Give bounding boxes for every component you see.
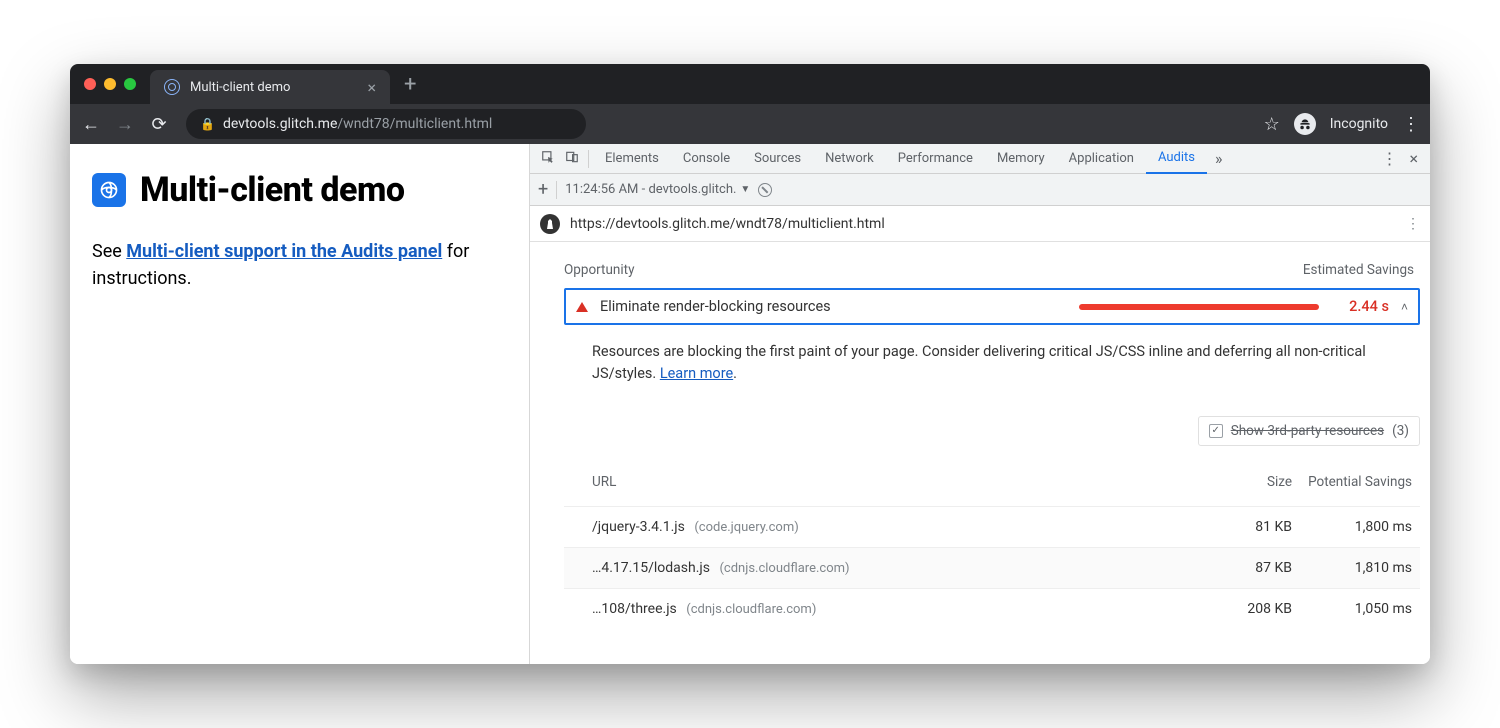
overflow-tabs-icon[interactable]: » [1207, 149, 1231, 168]
third-party-count: (3) [1392, 423, 1409, 439]
new-tab-button[interactable]: + [390, 72, 430, 97]
lock-icon: 🔒 [200, 117, 215, 131]
cell-size: 81 KB [1202, 519, 1292, 535]
close-tab-icon[interactable]: × [367, 78, 376, 97]
cell-domain: (cdnjs.cloudflare.com) [686, 602, 816, 617]
audit-url-bar: https://devtools.glitch.me/wndt78/multic… [530, 206, 1430, 242]
opportunity-header: Opportunity [564, 262, 634, 278]
devtools-tab-audits[interactable]: Audits [1146, 144, 1207, 174]
incognito-label: Incognito [1330, 116, 1388, 132]
page-link[interactable]: Multi-client support in the Audits panel [126, 241, 442, 262]
audit-url: https://devtools.glitch.me/wndt78/multic… [570, 216, 885, 232]
minimize-window-icon[interactable] [104, 78, 116, 90]
cell-size: 87 KB [1202, 560, 1292, 576]
chevron-down-icon: ▼ [740, 184, 750, 195]
chevron-up-icon: ˄ [1401, 300, 1408, 314]
devtools-close-icon[interactable]: × [1403, 149, 1424, 168]
devtools-tabbar: ElementsConsoleSourcesNetworkPerformance… [530, 144, 1430, 174]
devtools-tab-sources[interactable]: Sources [742, 144, 813, 174]
favicon-icon [164, 79, 180, 95]
third-party-toggle[interactable]: ✓ Show 3rd-party resources (3) [1198, 416, 1420, 446]
resources-table: URL Size Potential Savings /jquery-3.4.1… [564, 464, 1420, 629]
learn-more-link[interactable]: Learn more [660, 365, 733, 382]
incognito-icon [1294, 113, 1316, 135]
cell-domain: (cdnjs.cloudflare.com) [719, 561, 849, 576]
estimated-savings-header: Estimated Savings [1303, 262, 1414, 278]
audit-run-label: 11:24:56 AM - devtools.glitch. [565, 182, 736, 197]
savings-bar [1079, 304, 1319, 310]
close-window-icon[interactable] [84, 78, 96, 90]
third-party-label: Show 3rd-party resources [1231, 423, 1384, 439]
audits-subbar: + 11:24:56 AM - devtools.glitch. ▼ [530, 174, 1430, 206]
audit-body: Opportunity Estimated Savings Eliminate … [530, 242, 1430, 664]
cell-savings: 1,050 ms [1292, 601, 1412, 617]
cell-url: …108/three.js (cdnjs.cloudflare.com) [592, 601, 1202, 617]
url-path: /wndt78/multiclient.html [337, 116, 492, 132]
devtools-tab-elements[interactable]: Elements [593, 144, 671, 174]
opportunity-time: 2.44 s [1331, 298, 1389, 315]
browser-window: Multi-client demo × + ← → ⟳ 🔒 devtools.g… [70, 64, 1430, 664]
audit-menu-icon[interactable]: ⋮ [1406, 216, 1420, 232]
cell-url: …4.17.15/lodash.js (cdnjs.cloudflare.com… [592, 560, 1202, 576]
window-controls [80, 64, 144, 104]
browser-tab[interactable]: Multi-client demo × [150, 70, 390, 104]
devtools-tab-console[interactable]: Console [671, 144, 742, 174]
cell-savings: 1,800 ms [1292, 519, 1412, 535]
col-size: Size [1202, 474, 1292, 490]
page-text: See [92, 241, 126, 262]
clear-icon[interactable] [758, 183, 772, 197]
forward-button[interactable]: → [114, 114, 136, 135]
reload-button[interactable]: ⟳ [148, 114, 170, 135]
new-audit-icon[interactable]: + [538, 179, 548, 200]
lighthouse-icon [540, 214, 560, 234]
browser-toolbar: ← → ⟳ 🔒 devtools.glitch.me/wndt78/multic… [70, 104, 1430, 144]
opportunity-row[interactable]: Eliminate render-blocking resources 2.44… [564, 288, 1420, 325]
table-row[interactable]: …108/three.js (cdnjs.cloudflare.com)208 … [564, 588, 1420, 629]
devtools-tab-network[interactable]: Network [813, 144, 886, 174]
cell-size: 208 KB [1202, 601, 1292, 617]
page-logo-icon [92, 173, 126, 207]
page-title: Multi-client demo [140, 170, 405, 210]
url-host: devtools.glitch.me [223, 116, 337, 132]
tab-title: Multi-client demo [190, 80, 290, 95]
col-savings: Potential Savings [1292, 474, 1412, 490]
devtools-tab-application[interactable]: Application [1057, 144, 1146, 174]
cell-savings: 1,810 ms [1292, 560, 1412, 576]
checkbox-icon[interactable]: ✓ [1209, 424, 1223, 438]
tab-strip: Multi-client demo × + [70, 64, 1430, 104]
opportunity-description: Resources are blocking the first paint o… [564, 325, 1420, 396]
page-body: See Multi-client support in the Audits p… [92, 238, 507, 292]
device-toggle-icon[interactable] [560, 150, 584, 168]
bookmark-icon[interactable]: ☆ [1264, 114, 1280, 135]
table-row[interactable]: …4.17.15/lodash.js (cdnjs.cloudflare.com… [564, 547, 1420, 588]
address-bar[interactable]: 🔒 devtools.glitch.me/wndt78/multiclient.… [186, 109, 586, 139]
warning-triangle-icon [576, 302, 588, 312]
maximize-window-icon[interactable] [124, 78, 136, 90]
opp-desc-suffix: . [733, 365, 737, 382]
cell-domain: (code.jquery.com) [694, 520, 798, 535]
devtools-tab-performance[interactable]: Performance [886, 144, 985, 174]
devtools-menu-icon[interactable]: ⋮ [1375, 149, 1403, 168]
col-url: URL [592, 474, 1202, 490]
devtools-tab-memory[interactable]: Memory [985, 144, 1057, 174]
audit-run-dropdown[interactable]: 11:24:56 AM - devtools.glitch. ▼ [565, 182, 750, 197]
page-content: Multi-client demo See Multi-client suppo… [70, 144, 530, 664]
back-button[interactable]: ← [80, 114, 102, 135]
browser-menu-icon[interactable]: ⋮ [1402, 114, 1420, 135]
devtools-panel: ElementsConsoleSourcesNetworkPerformance… [530, 144, 1430, 664]
cell-url: /jquery-3.4.1.js (code.jquery.com) [592, 519, 1202, 535]
opportunity-title: Eliminate render-blocking resources [600, 298, 831, 315]
inspect-icon[interactable] [536, 150, 560, 168]
table-row[interactable]: /jquery-3.4.1.js (code.jquery.com)81 KB1… [564, 506, 1420, 547]
